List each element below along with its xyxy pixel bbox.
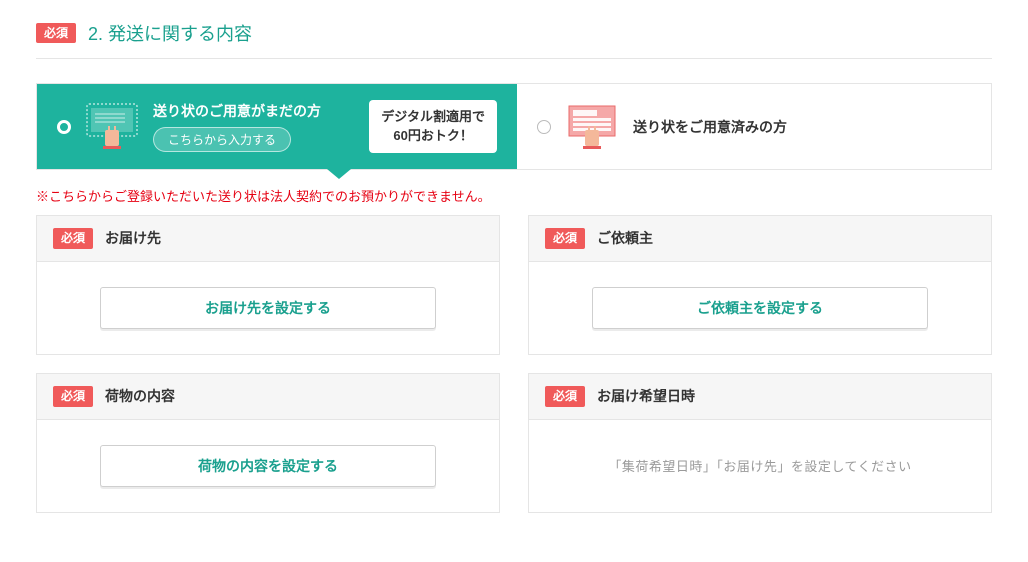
- delivery-date-placeholder: 「集荷希望日時」「お届け先」を設定してください: [608, 456, 911, 475]
- set-contents-button[interactable]: 荷物の内容を設定する: [100, 445, 435, 487]
- slip-paper-icon: [565, 100, 619, 153]
- card-delivery-date-header: 必須 お届け希望日時: [529, 374, 991, 420]
- card-contents-title: 荷物の内容: [105, 386, 175, 406]
- shipping-slip-tabs: 送り状のご用意がまだの方 こちらから入力する デジタル割適用で 60円おトク！ …: [36, 83, 992, 170]
- discount-line1: デジタル割適用で: [381, 108, 485, 126]
- card-requester-body: ご依頼主を設定する: [529, 262, 991, 354]
- radio-selected-icon: [57, 120, 71, 134]
- set-destination-button[interactable]: お届け先を設定する: [100, 287, 435, 329]
- section-title: 2. 発送に関する内容: [88, 20, 252, 46]
- required-badge: 必須: [53, 228, 93, 249]
- tab-slip-not-ready[interactable]: 送り状のご用意がまだの方 こちらから入力する デジタル割適用で 60円おトク！: [37, 84, 517, 169]
- card-destination-header: 必須 お届け先: [37, 216, 499, 262]
- card-destination-body: お届け先を設定する: [37, 262, 499, 354]
- required-badge: 必須: [545, 228, 585, 249]
- card-delivery-date: 必須 お届け希望日時 「集荷希望日時」「お届け先」を設定してください: [528, 373, 992, 513]
- tab-right-title: 送り状をご用意済みの方: [633, 117, 787, 137]
- slip-form-icon: [85, 100, 139, 153]
- required-badge: 必須: [36, 23, 76, 44]
- discount-line2: 60円おトク！: [381, 127, 485, 145]
- card-delivery-date-title: お届け希望日時: [597, 386, 695, 406]
- card-contents: 必須 荷物の内容 荷物の内容を設定する: [36, 373, 500, 513]
- settings-cards: 必須 お届け先 お届け先を設定する 必須 ご依頼主 ご依頼主を設定する 必須 荷…: [36, 215, 992, 513]
- enter-here-button[interactable]: こちらから入力する: [153, 127, 291, 152]
- discount-callout: デジタル割適用で 60円おトク！: [369, 100, 497, 152]
- tab-left-text: 送り状のご用意がまだの方 こちらから入力する: [153, 101, 321, 152]
- required-badge: 必須: [545, 386, 585, 407]
- required-badge: 必須: [53, 386, 93, 407]
- card-destination-title: お届け先: [105, 228, 161, 248]
- set-requester-button[interactable]: ご依頼主を設定する: [592, 287, 927, 329]
- tab-slip-ready[interactable]: 送り状をご用意済みの方: [517, 84, 991, 169]
- card-requester: 必須 ご依頼主 ご依頼主を設定する: [528, 215, 992, 355]
- card-destination: 必須 お届け先 お届け先を設定する: [36, 215, 500, 355]
- card-contents-header: 必須 荷物の内容: [37, 374, 499, 420]
- corporate-contract-notice: ※こちらからご登録いただいた送り状は法人契約でのお預かりができません。: [36, 186, 992, 205]
- tab-left-title: 送り状のご用意がまだの方: [153, 101, 321, 121]
- section-header: 必須 2. 発送に関する内容: [36, 20, 992, 59]
- card-requester-header: 必須 ご依頼主: [529, 216, 991, 262]
- card-requester-title: ご依頼主: [597, 228, 653, 248]
- card-delivery-date-body: 「集荷希望日時」「お届け先」を設定してください: [529, 420, 991, 512]
- radio-unselected-icon: [537, 120, 551, 134]
- card-contents-body: 荷物の内容を設定する: [37, 420, 499, 512]
- active-tab-arrow-icon: [327, 169, 351, 179]
